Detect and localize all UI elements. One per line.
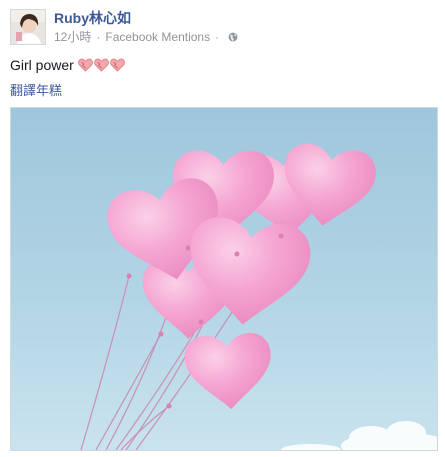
see-translation-link[interactable]: 翻譯年糕 — [10, 80, 62, 99]
author-name[interactable]: Ruby林心如 — [54, 8, 131, 28]
via-app-link[interactable]: Facebook Mentions — [105, 30, 210, 44]
heart-emoji-icon — [109, 58, 125, 72]
globe-icon[interactable] — [228, 32, 238, 42]
avatar[interactable] — [10, 9, 46, 45]
heart-balloons-image — [11, 108, 437, 450]
heart-emoji-icon — [93, 58, 109, 72]
post-meta: 12小時 · Facebook Mentions · — [54, 28, 238, 45]
post-photo[interactable] — [10, 107, 438, 451]
meta-separator-2: · — [215, 29, 220, 44]
heart-emoji-group — [77, 58, 126, 72]
post-message: Girl power — [10, 57, 126, 73]
heart-emoji-icon — [77, 58, 93, 72]
meta-separator: · — [96, 29, 101, 44]
message-text: Girl power — [10, 57, 74, 73]
facebook-post: Ruby林心如 12小時 · Facebook Mentions · Girl … — [0, 0, 445, 457]
timestamp[interactable]: 12小時 — [54, 28, 91, 45]
avatar-image — [11, 10, 45, 44]
